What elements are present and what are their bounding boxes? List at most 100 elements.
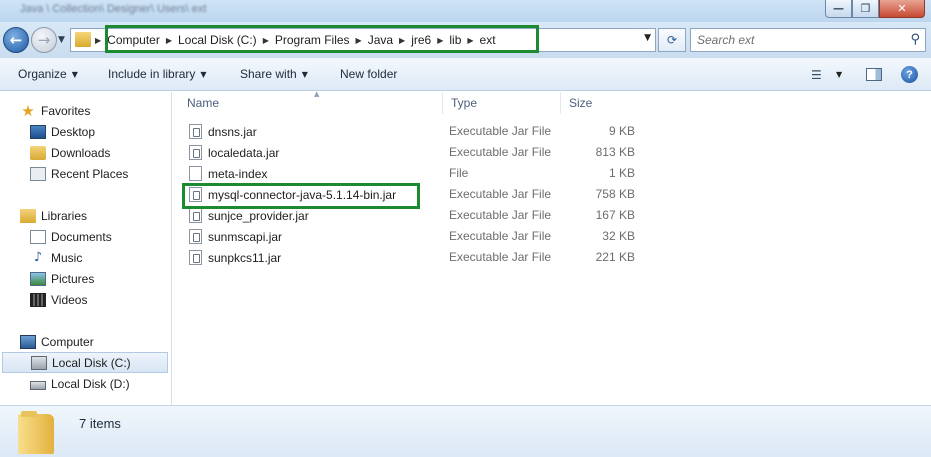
file-size: 813 KB bbox=[595, 145, 635, 159]
file-name: sunjce_provider.jar bbox=[208, 208, 309, 223]
file-name-cell: localedata.jar bbox=[189, 145, 279, 160]
sidebar-item-music[interactable]: ♪ Music bbox=[30, 247, 83, 268]
chevron-right-icon[interactable]: ▶ bbox=[95, 36, 101, 45]
sidebar-item-label: Music bbox=[51, 250, 83, 265]
organize-button[interactable]: Organize ▼ bbox=[18, 67, 78, 81]
column-header-label: Size bbox=[569, 96, 593, 110]
sidebar-item-computer[interactable]: Computer bbox=[20, 331, 94, 352]
change-view-icon[interactable]: ☰ bbox=[811, 68, 822, 82]
address-dropdown-icon[interactable]: ▼ bbox=[644, 33, 651, 43]
file-name: localedata.jar bbox=[208, 145, 280, 160]
sidebar-item-downloads[interactable]: Downloads bbox=[30, 142, 110, 163]
preview-pane-icon[interactable] bbox=[866, 68, 882, 81]
sidebar-item-label: Desktop bbox=[51, 124, 96, 139]
sidebar-item-local-disk-d[interactable]: Local Disk (D:) bbox=[30, 373, 130, 394]
sidebar-item-label: Favorites bbox=[41, 103, 91, 118]
table-row[interactable]: sunmscapi.jar Executable Jar File 32 KB bbox=[173, 226, 931, 247]
command-bar: Organize ▼ Include in library ▼ Share with… bbox=[0, 58, 931, 91]
navigation-pane: ★ Favorites Desktop Downloads Recent Plac… bbox=[0, 92, 172, 405]
file-type: Executable Jar File bbox=[449, 187, 552, 201]
view-options-dropdown-icon[interactable]: ▼ bbox=[836, 70, 842, 79]
sort-ascending-icon: ▲ bbox=[314, 90, 320, 98]
file-size: 32 KB bbox=[602, 229, 635, 243]
column-header-label: Type bbox=[451, 96, 478, 110]
sidebar-item-label: Libraries bbox=[41, 208, 88, 223]
file-type: Executable Jar File bbox=[449, 124, 552, 138]
close-button[interactable]: ✕ bbox=[879, 0, 925, 18]
file-size: 221 KB bbox=[595, 250, 635, 264]
column-header-label: Name bbox=[187, 96, 220, 110]
downloads-folder-icon bbox=[30, 145, 46, 160]
sidebar-item-documents[interactable]: Documents bbox=[30, 226, 112, 247]
sidebar-item-label: Recent Places bbox=[51, 166, 129, 181]
desktop-icon bbox=[30, 124, 46, 139]
include-in-library-button[interactable]: Include in library ▼ bbox=[108, 67, 207, 81]
drive-icon bbox=[30, 380, 46, 390]
sidebar-item-pictures[interactable]: Pictures bbox=[30, 268, 94, 289]
back-arrow-icon: ← bbox=[9, 31, 23, 49]
sidebar-item-libraries[interactable]: Libraries bbox=[20, 205, 87, 226]
file-size: 758 KB bbox=[595, 187, 635, 201]
file-name-cell: dnsns.jar bbox=[189, 124, 257, 139]
sidebar-item-videos[interactable]: Videos bbox=[30, 289, 87, 310]
title-bar[interactable]: Java \ Collection\ Designer\ Users\ ext … bbox=[0, 0, 931, 22]
search-input[interactable] bbox=[697, 32, 897, 48]
table-row[interactable]: dnsns.jar Executable Jar File 9 KB bbox=[173, 121, 931, 142]
file-size: 9 KB bbox=[608, 124, 635, 138]
chevron-down-icon: ▼ bbox=[301, 69, 308, 79]
sidebar-item-desktop[interactable]: Desktop bbox=[30, 121, 95, 142]
file-name: dnsns.jar bbox=[208, 124, 257, 139]
table-row[interactable]: meta-index File 1 KB bbox=[173, 163, 931, 184]
forward-button[interactable]: → bbox=[31, 27, 57, 53]
refresh-icon: ⟳ bbox=[666, 33, 678, 47]
recent-pages-dropdown-icon[interactable]: ▼ bbox=[58, 35, 65, 45]
column-header-name[interactable]: Name ▲ bbox=[179, 90, 443, 114]
sidebar-item-favorites[interactable]: ★ Favorites bbox=[20, 100, 90, 121]
sidebar-item-label: Downloads bbox=[51, 145, 111, 160]
documents-icon bbox=[30, 229, 46, 244]
file-name-cell: sunpkcs11.jar bbox=[189, 250, 281, 265]
back-button[interactable]: ← bbox=[3, 27, 29, 53]
sidebar-item-label: Computer bbox=[41, 334, 94, 349]
file-type: Executable Jar File bbox=[449, 208, 552, 222]
new-folder-button[interactable]: New folder bbox=[340, 67, 397, 81]
maximize-button[interactable]: ❐ bbox=[852, 0, 879, 18]
computer-icon bbox=[20, 334, 36, 349]
jar-file-icon bbox=[189, 250, 202, 265]
chevron-down-icon: ▼ bbox=[200, 69, 207, 79]
music-icon: ♪ bbox=[33, 249, 43, 265]
file-name-cell: meta-index bbox=[189, 166, 267, 181]
new-folder-label: New folder bbox=[340, 67, 398, 81]
file-icon bbox=[189, 166, 202, 181]
refresh-button[interactable]: ⟳ bbox=[658, 28, 686, 52]
search-icon[interactable]: ⚲ bbox=[910, 32, 920, 47]
file-highlight-box bbox=[182, 183, 420, 209]
window-controls: — ❐ ✕ bbox=[825, 0, 925, 18]
minimize-button[interactable]: — bbox=[825, 0, 852, 18]
sidebar-item-recent-places[interactable]: Recent Places bbox=[30, 163, 128, 184]
table-row[interactable]: sunpkcs11.jar Executable Jar File 221 KB bbox=[173, 247, 931, 268]
sidebar-item-label: Local Disk (D:) bbox=[51, 376, 130, 391]
file-name: sunmscapi.jar bbox=[208, 229, 283, 244]
share-with-button[interactable]: Share with ▼ bbox=[240, 67, 308, 81]
sidebar-item-local-disk-c[interactable]: Local Disk (C:) bbox=[2, 352, 168, 373]
file-name: sunpkcs11.jar bbox=[208, 250, 282, 265]
sidebar-item-label: Videos bbox=[51, 292, 88, 307]
column-header-size[interactable]: Size bbox=[561, 92, 639, 114]
forward-arrow-icon: → bbox=[37, 31, 51, 49]
column-header-type[interactable]: Type bbox=[443, 92, 561, 114]
folder-icon bbox=[75, 32, 91, 47]
jar-file-icon bbox=[189, 124, 202, 139]
window-title: Java \ Collection\ Designer\ Users\ ext bbox=[20, 3, 207, 15]
file-size: 167 KB bbox=[595, 208, 635, 222]
organize-label: Organize bbox=[18, 67, 67, 81]
jar-file-icon bbox=[189, 208, 202, 223]
folder-icon bbox=[18, 411, 54, 454]
file-size: 1 KB bbox=[608, 166, 635, 180]
sidebar-item-label: Local Disk (C:) bbox=[52, 355, 131, 370]
search-box[interactable]: ⚲ bbox=[690, 28, 926, 52]
file-type: Executable Jar File bbox=[449, 145, 552, 159]
jar-file-icon bbox=[189, 229, 202, 244]
help-icon[interactable]: ? bbox=[901, 66, 918, 83]
table-row[interactable]: localedata.jar Executable Jar File 813 K… bbox=[173, 142, 931, 163]
